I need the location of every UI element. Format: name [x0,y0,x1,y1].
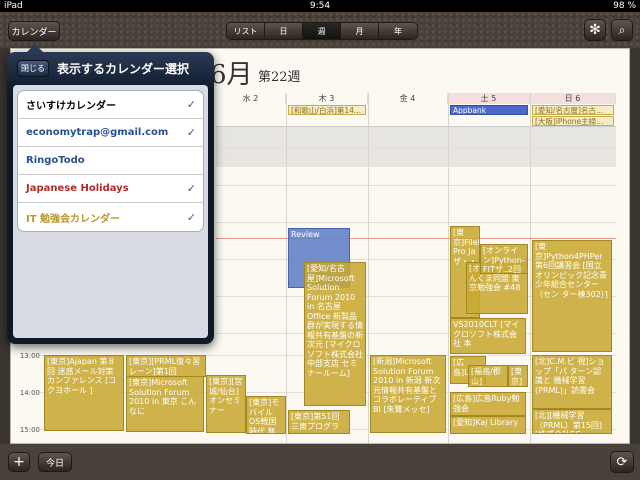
calendar-row[interactable]: IT 勉強会カレンダー ✓ [18,203,203,231]
search-icon[interactable]: ⌕ [611,19,633,41]
day-divider [368,93,369,443]
day-header-thu[interactable]: 木 3 [286,93,368,104]
tab-month[interactable]: 月 [341,23,379,39]
popover-arrow [27,44,43,52]
close-button[interactable]: 閉じる [17,60,49,77]
day-header-wed[interactable]: 水 2 [216,93,286,104]
event-block[interactable]: [東京]Ajapan 第８回 迷惑メール対策カンファレンス [コクヨホール ] [44,355,124,431]
add-event-button[interactable]: + [8,452,30,472]
tab-week[interactable]: 週 [303,23,341,39]
event-block[interactable]: [新潟]Microsoft Solution Forum 2010 in 新潟 … [370,355,446,433]
hour-line [216,185,616,186]
day-divider [448,93,449,443]
calendar-row[interactable]: economytrap@gmail.com ✓ [18,119,203,147]
day-divider [530,93,531,443]
event-block[interactable]: [東京]モバイルOS戦国時代 無料セミナー [246,396,286,434]
event-block[interactable]: [東京][宮城/仙台]オンセミナー [206,375,246,433]
calendar-name: RingoTodo [26,155,85,166]
allday-event[interactable]: [和歌山/白浜]第14... [288,105,366,115]
hour-line [216,148,616,149]
event-block[interactable]: [福島/郡山] [468,365,508,387]
week-number: 第22週 [258,70,301,85]
refresh-icon[interactable]: ⟳ [610,451,634,473]
clock: 9:54 [309,1,331,11]
status-bar: iPad 9:54 98 % [0,0,640,12]
calendar-name: Japanese Holidays [26,183,129,194]
checkmark-icon: ✓ [186,126,196,139]
checkmark-icon: ✓ [186,98,196,111]
time-label: 14:00 [19,389,40,397]
calendar-row[interactable]: さいすけカレンダー ✓ [18,91,203,119]
calendar-button[interactable]: カレンダー [8,21,60,41]
event-block[interactable]: [東京] [508,365,528,387]
event-block[interactable]: [オンライン]Python-FITザ..2回目 [480,244,528,274]
bottom-toolbar [0,444,640,480]
grid-shade [216,127,616,167]
month-title: 6月 [210,60,253,90]
event-block[interactable]: [愛知/名古屋]Microsoft Solution Forum 2010 in… [304,262,366,406]
calendar-name: さいすけカレンダー [26,101,116,112]
event-block[interactable]: [広島]広島Ruby勉強会 [450,392,526,416]
day-divider [286,93,287,443]
hour-line [216,222,616,223]
event-block[interactable]: [東京][PRML復々習レーン]第1回 [126,355,206,377]
current-time-line [216,238,616,239]
event-block[interactable]: VS2010CLT [マイクロソフト株式会社 本 [450,318,526,354]
checkmark-icon: ✓ [186,210,196,224]
event-block[interactable]: [北][機械学習（PRML）第15回] [株式会社EC [532,409,612,434]
popover-body: さいすけカレンダー ✓ economytrap@gmail.com ✓ Ring… [13,85,208,338]
gear-icon[interactable]: ✻ [584,19,606,41]
calendar-select-popover: 閉じる 表示するカレンダー選択 さいすけカレンダー ✓ economytrap@… [7,44,214,344]
event-block[interactable]: [北]C.M.ビ 視]ショップ「パ ターン認識と 機械学習 (PRML)」読書会 [532,355,612,409]
popover-title: 表示するカレンダー選択 [57,62,190,76]
today-button[interactable]: 今日 [38,452,72,472]
time-label: 13:00 [19,352,40,360]
event-block[interactable]: [愛知]Kaj Library [450,416,526,434]
tab-year[interactable]: 年 [379,23,417,39]
view-segmented-control: リスト 日 週 月 年 [226,22,418,40]
calendar-list: さいすけカレンダー ✓ economytrap@gmail.com ✓ Ring… [17,90,204,232]
day-header-sat[interactable]: 土 5 [448,93,530,104]
tab-list[interactable]: リスト [227,23,265,39]
calendar-row[interactable]: Japanese Holidays ✓ [18,175,203,203]
day-header-sun[interactable]: 日 6 [530,93,616,104]
allday-event[interactable]: [大阪]iPhone主婦... [532,116,614,126]
calendar-name: economytrap@gmail.com [26,127,169,138]
event-block[interactable]: [東京]Python4PHPer 第6回講習会 [国立オリンピック記念青少年総合… [532,240,612,352]
event-block[interactable]: [東京]第51回 三東プログラ [288,410,350,434]
event-block[interactable]: [東京]Microsoft Solution Forum 2010 in 東京 … [126,376,204,432]
allday-event[interactable]: Appbank [450,105,528,115]
day-header-fri[interactable]: 金 4 [368,93,448,104]
calendar-name: IT 勉強会カレンダー [26,213,121,225]
calendar-row[interactable]: RingoTodo [18,147,203,175]
checkmark-icon: ✓ [186,182,196,195]
time-label: 15:00 [19,426,40,434]
tab-day[interactable]: 日 [265,23,303,39]
allday-event[interactable]: [愛知/名古屋]名古... [532,105,614,115]
